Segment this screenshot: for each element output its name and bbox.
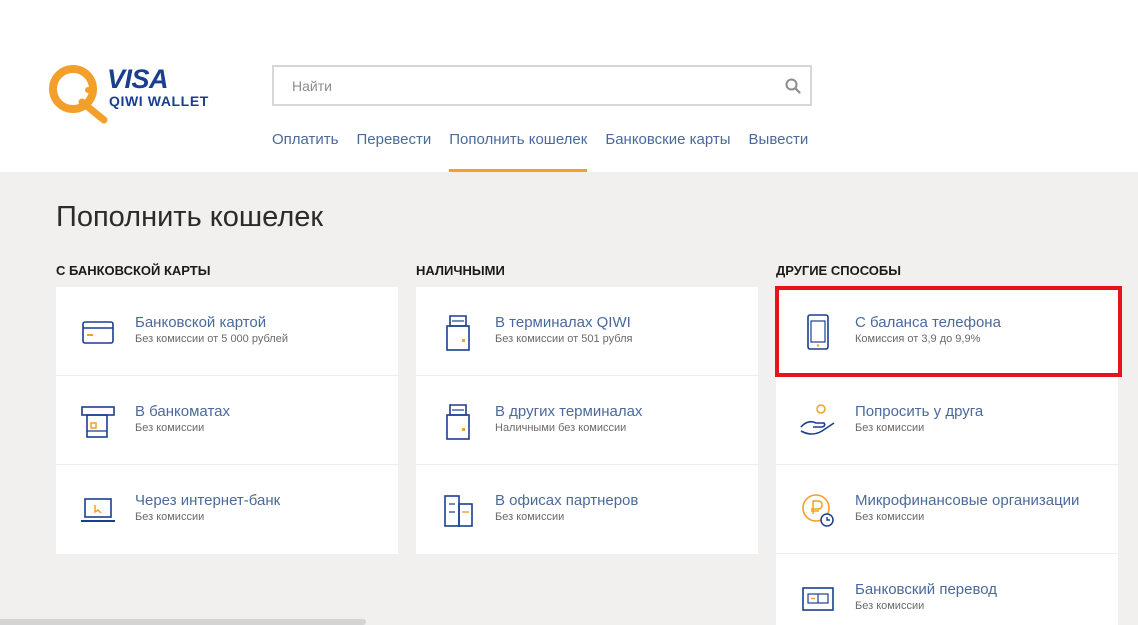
payment-method-item[interactable]: В банкоматах Без комиссии: [56, 376, 398, 465]
item-subtitle: Без комиссии: [135, 422, 205, 434]
terminal-icon: [446, 404, 470, 440]
payment-method-item[interactable]: С баланса телефона Комиссия от 3,9 до 9,9…: [776, 287, 1118, 376]
item-subtitle: Без комиссии: [855, 600, 925, 612]
item-title: Попросить у друга: [855, 403, 984, 420]
terminal-icon: [446, 315, 470, 351]
payment-method-item[interactable]: Микрофинансовые организации Без комиссии: [776, 465, 1118, 554]
laptop-icon: [81, 498, 115, 522]
page-title: Пополнить кошелек: [56, 201, 324, 233]
logo-visa-text: VISA: [107, 64, 169, 94]
qiwi-bird-logo-icon: [49, 65, 108, 124]
item-title: Через интернет-банк: [135, 492, 281, 509]
item-title: Микрофинансовые организации: [855, 492, 1080, 509]
payment-method-item[interactable]: Через интернет-банк Без комиссии: [56, 465, 398, 554]
item-subtitle: Наличными без комиссии: [495, 422, 627, 434]
item-title: В офисах партнеров: [495, 492, 639, 509]
atm-icon: [81, 406, 115, 438]
horizontal-scrollbar[interactable]: [0, 619, 366, 625]
nav-item[interactable]: Банковские карты: [605, 130, 730, 172]
bank-card-icon: [82, 321, 114, 344]
item-title: Банковский перевод: [855, 581, 998, 598]
payment-method-item[interactable]: Банковский перевод Без комиссии: [776, 554, 1118, 625]
item-title: В других терминалах: [495, 403, 643, 420]
search-icon[interactable]: [784, 77, 802, 95]
search-box: [272, 65, 812, 106]
item-subtitle: Без комиссии: [855, 422, 925, 434]
payment-method-item[interactable]: Банковской картой Без комиссии от 5 000 р…: [56, 287, 398, 376]
column-bank-card: С БАНКОВСКОЙ КАРТЫ Банковской картой Без …: [56, 262, 398, 554]
payment-method-item[interactable]: В терминалах QIWI Без комиссии от 501 руб…: [416, 287, 758, 376]
main-nav: Оплатить Перевести Пополнить кошелек Банков…: [272, 130, 826, 172]
nav-item[interactable]: Перевести: [357, 130, 432, 172]
item-subtitle: Без комиссии: [855, 511, 925, 523]
item-subtitle: Комиссия от 3,9 до 9,9%: [855, 333, 981, 345]
column-other-methods: ДРУГИЕ СПОСОБЫ С баланса телефона Комисси…: [776, 262, 1118, 625]
payment-method-item[interactable]: В офисах партнеров Без комиссии: [416, 465, 758, 554]
office-building-icon: [444, 495, 473, 527]
card: С баланса телефона Комиссия от 3,9 до 9,9…: [776, 287, 1118, 625]
nav-item[interactable]: Вывести: [749, 130, 809, 172]
card: В терминалах QIWI Без комиссии от 501 руб…: [416, 287, 758, 554]
card: Банковской картой Без комиссии от 5 000 р…: [56, 287, 398, 554]
payment-method-item[interactable]: В других терминалах Наличными без комисси…: [416, 376, 758, 465]
search-input[interactable]: [274, 67, 810, 104]
item-title: С баланса телефона: [855, 314, 1001, 331]
nav-item[interactable]: Оплатить: [272, 130, 339, 172]
header: VISA QIWI WALLET Оплатить Перевести Пополн…: [0, 0, 1138, 172]
column-title: НАЛИЧНЫМИ: [416, 263, 505, 278]
item-title: В банкоматах: [135, 403, 230, 420]
column-cash: НАЛИЧНЫМИ В терминалах QIWI Без комиссии …: [416, 262, 758, 554]
item-subtitle: Без комиссии от 5 000 рублей: [135, 333, 288, 345]
payment-method-item[interactable]: Попросить у друга Без комиссии: [776, 376, 1118, 465]
mobile-phone-icon: [807, 314, 829, 350]
column-title: С БАНКОВСКОЙ КАРТЫ: [56, 263, 211, 278]
item-subtitle: Без комиссии: [135, 511, 205, 523]
bank-transfer-icon: [802, 587, 834, 611]
item-title: В терминалах QIWI: [495, 314, 631, 331]
ruble-clock-icon: [802, 494, 834, 527]
logo-wallet-text: QIWI WALLET: [109, 93, 209, 109]
item-subtitle: Без комиссии: [495, 511, 565, 523]
qiwi-wallet-logo[interactable]: VISA QIWI WALLET: [44, 60, 214, 124]
item-subtitle: Без комиссии от 501 рубля: [495, 333, 633, 345]
nav-item[interactable]: Пополнить кошелек: [449, 130, 588, 172]
item-title: Банковской картой: [135, 314, 267, 331]
column-title: ДРУГИЕ СПОСОБЫ: [776, 263, 901, 278]
hand-coin-icon: [800, 404, 835, 435]
